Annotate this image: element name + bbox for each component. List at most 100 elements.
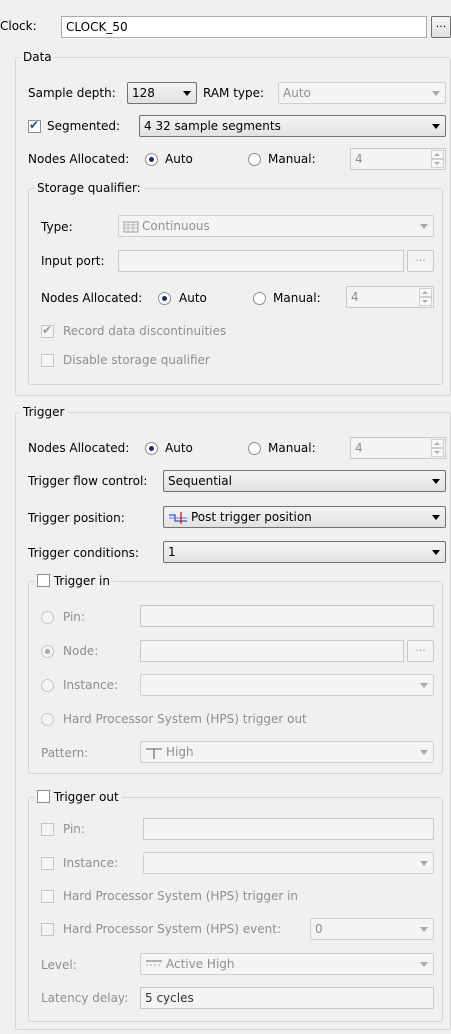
sample-depth-value: 128	[132, 86, 155, 100]
chevron-down-icon	[432, 91, 440, 96]
trigger-conditions-select[interactable]: 1	[163, 541, 446, 563]
trigger-out-checkbox[interactable]	[37, 790, 50, 803]
clock-browse-button[interactable]: ...	[431, 16, 451, 38]
spin-down-icon[interactable]	[431, 448, 444, 457]
chevron-down-icon	[432, 550, 440, 555]
active-high-icon	[146, 959, 162, 965]
spin-down-icon[interactable]	[419, 297, 432, 306]
chevron-down-icon	[420, 750, 428, 755]
trigger-out-level-label: Level:	[41, 958, 77, 972]
trigger-out-level-value: Active High	[166, 957, 235, 971]
trigger-out-latency-label: Latency delay:	[41, 991, 129, 1005]
storage-nodes-manual-label: Manual:	[273, 291, 321, 305]
trigger-out-instance-label: Instance:	[63, 856, 119, 870]
trigger-out-pin-field[interactable]	[143, 818, 434, 840]
trigger-in-pin-field[interactable]	[140, 605, 434, 627]
ram-type-select[interactable]: Auto	[278, 82, 446, 104]
storage-nodes-auto-radio[interactable]	[158, 292, 171, 305]
segmented-select[interactable]: 4 32 sample segments	[139, 115, 446, 137]
trigger-out-hps-in-checkbox[interactable]	[41, 890, 54, 903]
storage-type-select[interactable]: Continuous	[118, 215, 434, 237]
chevron-down-icon	[420, 962, 428, 967]
data-nodes-label: Nodes Allocated:	[28, 152, 130, 166]
trigger-out-hps-event-select[interactable]: 0	[310, 918, 434, 940]
chevron-down-icon	[420, 224, 428, 229]
trigger-in-hps-label: Hard Processor System (HPS) trigger out	[63, 712, 307, 726]
trigger-nodes-auto-radio[interactable]	[145, 442, 158, 455]
segmented-checkbox[interactable]: ✔	[28, 118, 41, 133]
data-nodes-manual-label: Manual:	[268, 152, 316, 166]
trigger-nodes-value: 4	[355, 441, 363, 455]
input-port-field[interactable]	[118, 250, 404, 272]
chevron-down-icon	[420, 861, 428, 866]
trigger-out-hps-event-value: 0	[315, 922, 323, 936]
spin-up-icon[interactable]	[419, 288, 432, 297]
trigger-out-pin-label: Pin:	[63, 822, 85, 836]
trigger-flow-select[interactable]: Sequential	[163, 470, 446, 492]
sample-depth-label: Sample depth:	[28, 86, 116, 100]
ram-type-label: RAM type:	[203, 86, 265, 100]
data-group-title: Data	[20, 50, 55, 64]
spin-down-icon[interactable]	[431, 159, 444, 168]
trigger-out-level-select[interactable]: Active High	[140, 953, 434, 975]
trigger-in-node-browse-button[interactable]: ...	[407, 640, 434, 662]
trigger-nodes-manual-label: Manual:	[268, 441, 316, 455]
input-port-browse-button[interactable]: ...	[407, 250, 434, 272]
data-nodes-spinbox[interactable]: 4	[350, 148, 446, 170]
chevron-down-icon	[432, 124, 440, 129]
trigger-nodes-label: Nodes Allocated:	[28, 441, 130, 455]
trigger-in-pin-radio[interactable]	[41, 611, 54, 624]
storage-qualifier-title: Storage qualifier:	[34, 181, 144, 195]
checkmark-icon: ✔	[42, 323, 53, 337]
trigger-in-node-label: Node:	[63, 644, 99, 658]
storage-nodes-manual-radio[interactable]	[253, 292, 266, 305]
trigger-in-hps-radio[interactable]	[41, 713, 54, 726]
trigger-nodes-manual-radio[interactable]	[248, 442, 261, 455]
trigger-nodes-auto-label: Auto	[165, 441, 193, 455]
storage-nodes-spinbox[interactable]: 4	[346, 286, 434, 308]
chevron-down-icon	[420, 683, 428, 688]
spin-up-icon[interactable]	[431, 439, 444, 448]
trigger-in-title: Trigger in	[53, 574, 110, 588]
trigger-in-node-field[interactable]	[140, 640, 404, 662]
storage-nodes-value: 4	[351, 290, 359, 304]
data-nodes-manual-radio[interactable]	[248, 153, 261, 166]
trigger-conditions-value: 1	[168, 545, 176, 559]
record-discontinuities-checkbox[interactable]: ✔	[41, 323, 54, 338]
data-nodes-auto-label: Auto	[165, 152, 193, 166]
clock-label: Clock:	[0, 19, 37, 33]
trigger-nodes-spinbox[interactable]: 4	[350, 437, 446, 459]
continuous-icon	[123, 221, 139, 232]
ram-type-value: Auto	[283, 86, 311, 100]
trigger-out-instance-select[interactable]	[143, 852, 434, 874]
high-level-icon	[146, 747, 162, 759]
trigger-out-pin-checkbox[interactable]	[41, 823, 54, 836]
segmented-label: Segmented:	[47, 119, 121, 133]
trigger-in-instance-select[interactable]	[140, 674, 434, 696]
trigger-group-title: Trigger	[20, 405, 68, 419]
trigger-position-label: Trigger position:	[28, 511, 125, 525]
trigger-in-pattern-select[interactable]: High	[140, 741, 434, 763]
disable-storage-qualifier-checkbox[interactable]	[41, 354, 54, 367]
input-port-label: Input port:	[41, 254, 105, 268]
sample-depth-select[interactable]: 128	[127, 82, 197, 104]
trigger-in-checkbox[interactable]	[37, 574, 50, 587]
post-trigger-icon	[169, 511, 187, 524]
chevron-down-icon	[420, 927, 428, 932]
trigger-position-select[interactable]: Post trigger position	[163, 506, 446, 528]
trigger-in-instance-radio[interactable]	[41, 679, 54, 692]
trigger-in-pattern-value: High	[166, 745, 194, 759]
clock-input[interactable]: CLOCK_50	[61, 16, 427, 38]
trigger-out-latency-field[interactable]: 5 cycles	[140, 987, 434, 1009]
trigger-in-pin-label: Pin:	[63, 610, 85, 624]
data-nodes-value: 4	[355, 152, 363, 166]
trigger-out-instance-checkbox[interactable]	[41, 857, 54, 870]
trigger-position-value: Post trigger position	[191, 510, 312, 524]
data-nodes-auto-radio[interactable]	[145, 153, 158, 166]
storage-type-label: Type:	[41, 220, 73, 234]
chevron-down-icon	[432, 515, 440, 520]
trigger-out-hps-event-checkbox[interactable]	[41, 923, 54, 936]
spin-up-icon[interactable]	[431, 150, 444, 159]
trigger-in-node-radio[interactable]	[41, 645, 54, 658]
trigger-flow-value: Sequential	[168, 474, 232, 488]
